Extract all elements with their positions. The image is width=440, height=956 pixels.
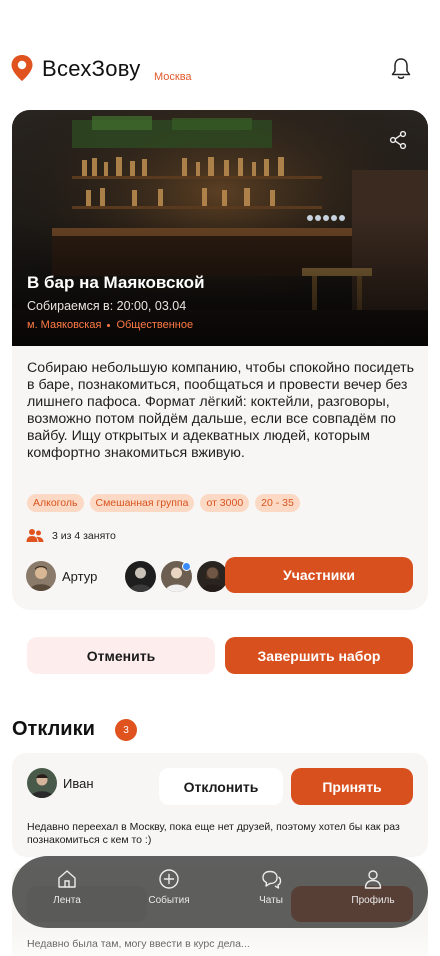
event-card[interactable]: В бар на Маяковской Собираемся в: 20:00,…	[12, 110, 428, 610]
event-time: Собираемся в: 20:00, 03.04	[27, 299, 187, 313]
participant-verified	[161, 561, 192, 592]
separator-dot	[107, 323, 111, 327]
location-pin-icon	[11, 55, 33, 81]
nav-item-profile[interactable]: Профиль	[333, 868, 413, 906]
nav-item-feed[interactable]: Лента	[27, 868, 107, 906]
bell-icon[interactable]	[388, 56, 414, 82]
people-icon	[26, 529, 44, 542]
event-cover-image: В бар на Маяковской Собираемся в: 20:00,…	[12, 110, 428, 346]
nav-label: Профиль	[351, 895, 395, 906]
response-user[interactable]: Иван	[27, 768, 94, 798]
occupancy-text: 3 из 4 занято	[52, 530, 116, 542]
occupancy-info: 3 из 4 занято	[26, 528, 116, 544]
share-icon[interactable]	[388, 130, 408, 150]
user-icon	[364, 870, 382, 889]
city-selector[interactable]: Москва	[154, 71, 192, 83]
event-host[interactable]: Артур	[26, 561, 97, 591]
app-header: ВсехЗову Москва	[0, 44, 440, 92]
app-logo-text: ВсехЗову	[42, 56, 141, 81]
home-icon	[58, 870, 76, 888]
nav-label: Лента	[53, 895, 81, 906]
response-card: Иван Отклонить Принять Недавно переехал …	[12, 753, 428, 857]
participant-avatar	[197, 561, 228, 592]
participants-avatars[interactable]	[125, 561, 228, 592]
participants-button[interactable]: Участники	[225, 557, 413, 593]
nav-label: События	[148, 895, 190, 906]
chip-age: 20 - 35	[255, 494, 300, 512]
response-user-name: Иван	[63, 775, 94, 791]
accept-button[interactable]: Принять	[291, 768, 413, 805]
event-chips: Алкоголь Смешанная группа от 3000 20 - 3…	[27, 494, 300, 512]
event-description: Собираю небольшую компанию, чтобы спокой…	[27, 360, 414, 461]
finish-recruitment-button[interactable]: Завершить набор	[225, 637, 413, 674]
host-name: Артур	[62, 568, 98, 584]
metro-tag: м. Маяковская	[27, 319, 102, 331]
verified-badge-icon	[182, 562, 191, 571]
responses-count-badge: 3	[115, 719, 137, 741]
chat-icon	[262, 870, 282, 889]
nav-item-chats[interactable]: Чаты	[231, 868, 311, 906]
nav-label: Чаты	[259, 895, 283, 906]
response-message: Недавно переехал в Москву, пока еще нет …	[27, 821, 400, 846]
event-location-tags: м. Маяковская Общественное	[27, 319, 193, 331]
participant-avatar	[125, 561, 156, 592]
host-avatar	[26, 561, 56, 591]
bottom-navigation: Лента События Чаты Профиль	[12, 856, 428, 928]
nav-item-events[interactable]: События	[129, 868, 209, 906]
event-title: В бар на Маяковской	[27, 273, 205, 292]
chip-price: от 3000	[200, 494, 250, 512]
decline-button[interactable]: Отклонить	[159, 768, 283, 805]
event-type-tag: Общественное	[116, 319, 194, 331]
chip-alcohol: Алкоголь	[27, 494, 84, 512]
response-message: Недавно была там, могу ввести в курс дел…	[27, 938, 250, 950]
responses-heading: Отклики	[12, 718, 95, 740]
plus-circle-icon	[159, 869, 179, 889]
response-user-avatar	[27, 768, 57, 798]
chip-group-type: Смешанная группа	[89, 494, 195, 512]
cancel-event-button[interactable]: Отменить	[27, 637, 215, 674]
